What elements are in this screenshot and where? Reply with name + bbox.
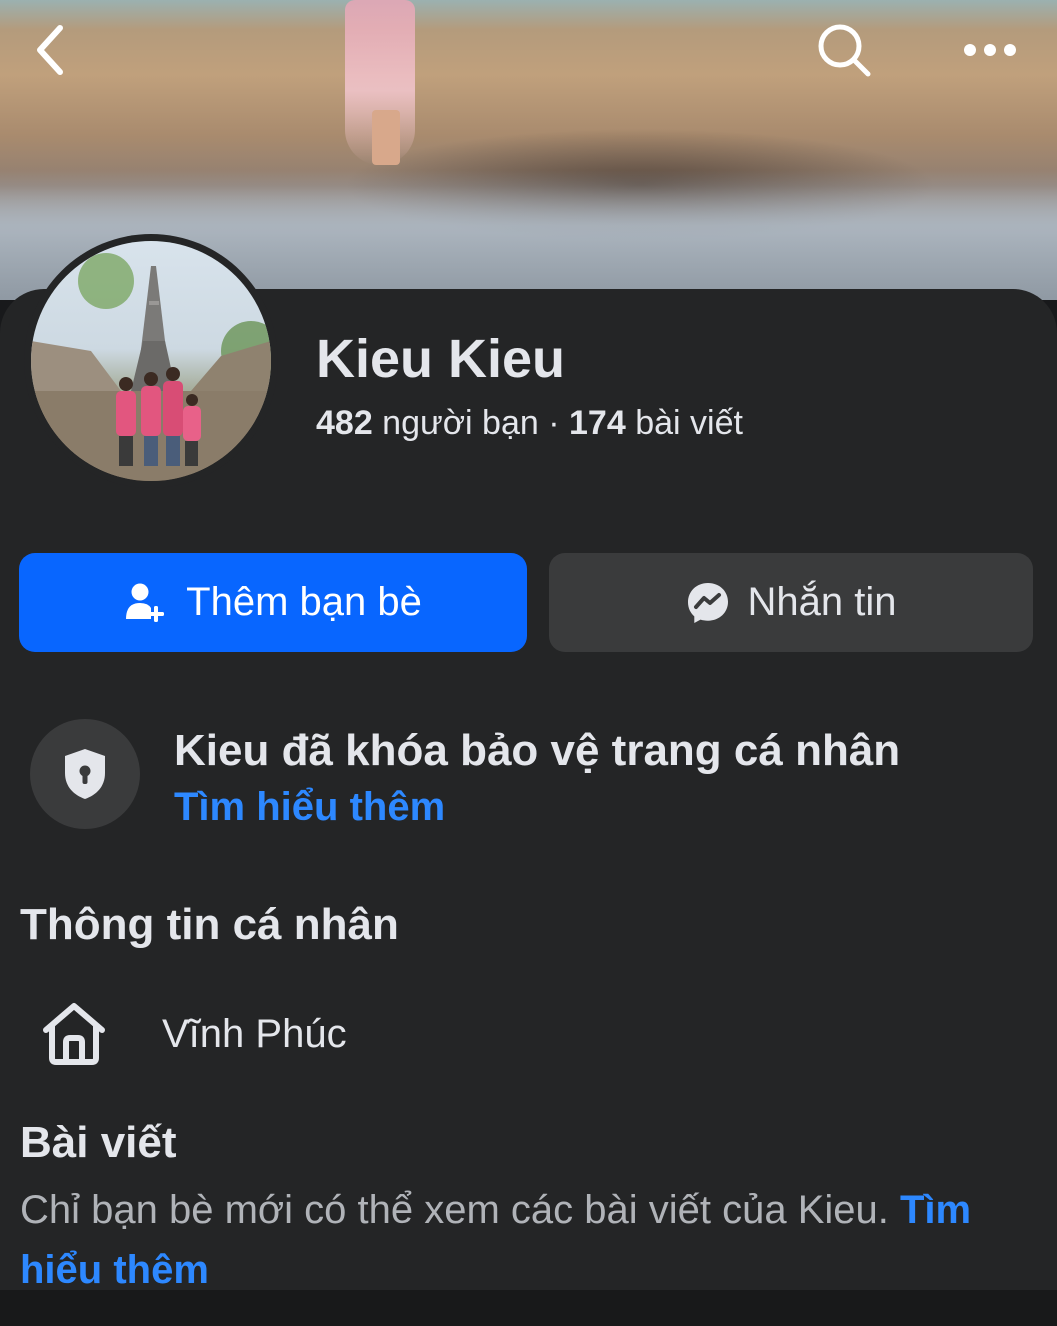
- add-friend-label: Thêm bạn bè: [186, 580, 422, 624]
- posts-restricted-note: Chỉ bạn bè mới có thể xem các bài viết c…: [20, 1180, 1030, 1300]
- back-button[interactable]: [18, 18, 82, 82]
- shield-lock-icon: [65, 749, 105, 799]
- more-horizontal-icon: [964, 44, 1016, 56]
- cover-person-legs: [372, 110, 400, 165]
- hometown-text: Vĩnh Phúc: [162, 1012, 347, 1056]
- messenger-icon: [687, 582, 728, 623]
- profile-name: Kieu Kieu: [316, 329, 566, 389]
- bottom-bar: [0, 1290, 1057, 1326]
- avatar-photo: [31, 253, 271, 481]
- posts-label: bài viết: [625, 404, 743, 442]
- friends-label[interactable]: người bạn: [373, 404, 539, 442]
- add-friend-button[interactable]: Thêm bạn bè: [19, 553, 527, 652]
- posts-count: 174: [569, 404, 626, 442]
- person-add-icon: [126, 583, 165, 622]
- message-label: Nhắn tin: [747, 580, 897, 624]
- more-options-button[interactable]: [958, 18, 1022, 82]
- lock-learn-more-link[interactable]: Tìm hiểu thêm: [174, 785, 445, 830]
- profile-stats: 482 người bạn · 174 bài viết: [316, 404, 743, 443]
- stats-separator: ·: [538, 404, 570, 442]
- posts-heading: Bài viết: [20, 1118, 177, 1167]
- posts-note-text: Chỉ bạn bè mới có thể xem các bài viết c…: [20, 1188, 900, 1232]
- chevron-left-icon: [37, 25, 63, 75]
- home-icon: [43, 1003, 105, 1065]
- avatar[interactable]: [31, 241, 271, 481]
- profile-lock-title: Kieu đã khóa bảo vệ trang cá nhân: [174, 726, 901, 775]
- message-button[interactable]: Nhắn tin: [549, 553, 1033, 652]
- search-button[interactable]: [812, 18, 876, 82]
- friends-count[interactable]: 482: [316, 404, 373, 442]
- profile-lock-badge: [30, 719, 140, 829]
- search-icon: [818, 24, 871, 77]
- personal-info-heading: Thông tin cá nhân: [20, 900, 399, 949]
